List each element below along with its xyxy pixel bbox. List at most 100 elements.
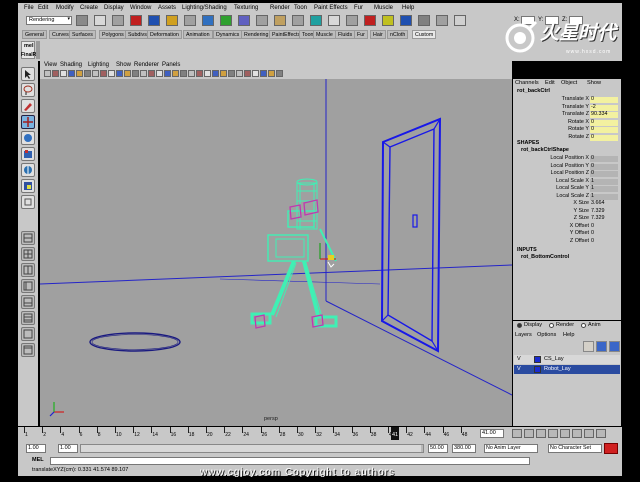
layer-visibility-toggle[interactable]: V bbox=[517, 366, 521, 373]
channel-row[interactable]: Rotate Y0 bbox=[513, 126, 621, 134]
channel-row[interactable]: Local Position X0 bbox=[513, 155, 621, 163]
step-back-frame-icon[interactable] bbox=[536, 429, 546, 438]
panel-tool-icon[interactable] bbox=[108, 70, 115, 77]
layout-trax-icon[interactable] bbox=[21, 327, 35, 341]
step-back-key-icon[interactable] bbox=[524, 429, 534, 438]
menu-item-help[interactable]: Help bbox=[402, 5, 414, 11]
menu-item-texturing[interactable]: Texturing bbox=[234, 5, 258, 11]
status-tool-icon[interactable] bbox=[112, 15, 124, 26]
door-model[interactable] bbox=[380, 117, 442, 353]
robot-control-curves[interactable] bbox=[254, 199, 324, 329]
menu-item-create[interactable]: Create bbox=[80, 5, 98, 11]
status-tool-icon[interactable] bbox=[184, 15, 196, 26]
panel-tool-icon[interactable] bbox=[100, 70, 107, 77]
panel-tool-icon[interactable] bbox=[164, 70, 171, 77]
channel-value[interactable]: 0 bbox=[590, 170, 618, 177]
command-line-input[interactable] bbox=[50, 457, 530, 465]
panel-menu-shading[interactable]: Shading bbox=[60, 62, 82, 68]
layer-mode-radio-icon[interactable] bbox=[549, 323, 554, 328]
panel-tool-icon[interactable] bbox=[92, 70, 99, 77]
panel-tool-icon[interactable] bbox=[148, 70, 155, 77]
channel-row[interactable]: Z Size 7.329 bbox=[513, 215, 621, 223]
new-layer-icon[interactable] bbox=[596, 341, 607, 352]
manipulator-tool-icon[interactable] bbox=[21, 163, 35, 177]
layer-row[interactable]: V CS_Lay bbox=[514, 355, 620, 364]
last-tool-icon[interactable] bbox=[21, 195, 35, 209]
channel-row[interactable]: Local Scale Z1 bbox=[513, 193, 621, 201]
layer-color-swatch[interactable] bbox=[534, 366, 541, 373]
channel-value[interactable]: 7.329 bbox=[590, 208, 618, 215]
channel-value[interactable]: 0 bbox=[590, 238, 618, 245]
channel-menu-channels[interactable]: Channels bbox=[515, 80, 539, 86]
panel-menu-view[interactable]: View bbox=[44, 62, 57, 68]
panel-tool-icon[interactable] bbox=[188, 70, 195, 77]
channel-value[interactable]: 1 bbox=[590, 185, 618, 192]
menu-item-fur[interactable]: Fur bbox=[354, 5, 363, 11]
panel-tool-icon[interactable] bbox=[140, 70, 147, 77]
menu-item-modify[interactable]: Modify bbox=[56, 5, 74, 11]
channel-menu-show[interactable]: Show bbox=[587, 80, 601, 86]
shelf-scroll-handle[interactable] bbox=[36, 41, 40, 59]
panel-tool-icon[interactable] bbox=[252, 70, 259, 77]
layout-persp-outliner-icon[interactable] bbox=[21, 279, 35, 293]
go-to-start-icon[interactable] bbox=[512, 429, 522, 438]
layer-name[interactable]: CS_Lay bbox=[544, 356, 564, 363]
mode-dropdown[interactable]: Rendering ▾ bbox=[26, 16, 72, 25]
panel-menu-show[interactable]: Show bbox=[116, 62, 131, 68]
menu-item-toon[interactable]: Toon bbox=[294, 5, 307, 11]
layer-visibility-toggle[interactable]: V bbox=[517, 356, 521, 363]
lasso-tool-icon[interactable] bbox=[21, 83, 35, 97]
layout-graph-icon[interactable] bbox=[21, 295, 35, 309]
shelf-tab-surfaces[interactable]: Surfaces bbox=[69, 30, 96, 39]
status-tool-icon[interactable] bbox=[94, 15, 106, 26]
menu-item-window[interactable]: Window bbox=[130, 5, 151, 11]
select-tool-icon[interactable] bbox=[21, 67, 35, 81]
status-tool-icon[interactable] bbox=[328, 15, 340, 26]
status-tool-icon[interactable] bbox=[292, 15, 304, 26]
shelf-tab-polygons[interactable]: Polygons bbox=[99, 30, 127, 39]
panel-tool-icon[interactable] bbox=[60, 70, 67, 77]
shelf-tab-rendering[interactable]: Rendering bbox=[241, 30, 272, 39]
go-to-end-icon[interactable] bbox=[596, 429, 606, 438]
auto-key-button[interactable] bbox=[604, 443, 618, 454]
channel-row[interactable]: Translate Z 90.334 bbox=[513, 111, 621, 119]
panel-tool-icon[interactable] bbox=[196, 70, 203, 77]
shelf-tab-hair[interactable]: Hair bbox=[370, 30, 386, 39]
channel-value[interactable]: 0 bbox=[590, 155, 618, 162]
layout-four-icon[interactable] bbox=[21, 247, 35, 261]
ground-ring-control[interactable] bbox=[89, 332, 181, 352]
status-tool-icon[interactable] bbox=[148, 15, 160, 26]
menu-item-edit[interactable]: Edit bbox=[38, 5, 48, 11]
end-time-field[interactable]: 380.00 bbox=[452, 444, 476, 453]
status-tool-icon[interactable] bbox=[346, 15, 358, 26]
shelf-tab-animation[interactable]: Animation bbox=[183, 30, 213, 39]
playback-end-field[interactable]: 50.00 bbox=[428, 444, 448, 453]
panel-tool-icon[interactable] bbox=[180, 70, 187, 77]
panel-tool-icon[interactable] bbox=[124, 70, 131, 77]
panel-menu-panels[interactable]: Panels bbox=[162, 62, 180, 68]
menu-item-file[interactable]: File bbox=[24, 5, 34, 11]
panel-tool-icon[interactable] bbox=[204, 70, 211, 77]
layer-row[interactable]: V Robot_Lay bbox=[514, 365, 620, 374]
panel-tool-icon[interactable] bbox=[84, 70, 91, 77]
panel-menu-renderer[interactable]: Renderer bbox=[134, 62, 159, 68]
panel-tool-icon[interactable] bbox=[220, 70, 227, 77]
status-tool-icon[interactable] bbox=[364, 15, 376, 26]
status-tool-icon[interactable] bbox=[130, 15, 142, 26]
panel-tool-icon[interactable] bbox=[244, 70, 251, 77]
layer-mode-radio-icon[interactable] bbox=[581, 323, 586, 328]
status-tool-icon[interactable] bbox=[382, 15, 394, 26]
shelf-tab-general[interactable]: General bbox=[22, 30, 47, 39]
status-tool-icon[interactable] bbox=[220, 15, 232, 26]
channel-row[interactable]: Z Offset 0 bbox=[513, 238, 621, 246]
channel-value[interactable]: 3.664 bbox=[590, 200, 618, 207]
current-time-marker[interactable]: 41 bbox=[391, 427, 399, 440]
channel-menu-edit[interactable]: Edit bbox=[545, 80, 555, 86]
layer-mode-render[interactable]: Render bbox=[556, 322, 574, 329]
shelf-tab-fur[interactable]: Fur bbox=[354, 30, 368, 39]
layer-mode-anim[interactable]: Anim bbox=[588, 322, 601, 329]
channel-row[interactable]: Translate X0 bbox=[513, 96, 621, 104]
shelf-tab-deformation[interactable]: Deformation bbox=[147, 30, 182, 39]
shelf-tab-muscle[interactable]: Muscle bbox=[313, 30, 336, 39]
panel-tool-icon[interactable] bbox=[52, 70, 59, 77]
